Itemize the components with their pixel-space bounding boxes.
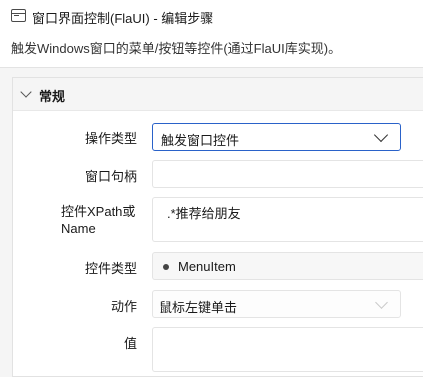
step-description: 触发Windows窗口的菜单/按钮等控件(通过FlaUI库实现)。 (11, 41, 342, 56)
control-type-label: 控件类型 (84, 261, 137, 276)
group-title: 常规 (39, 89, 66, 104)
chevron-down-icon (373, 127, 389, 143)
chevron-down-icon (375, 296, 388, 309)
action-label: 动作 (110, 299, 137, 314)
control-type-field[interactable]: MenuItem (152, 252, 423, 280)
value-label: 值 (123, 336, 137, 351)
value-input[interactable] (152, 327, 423, 372)
title-bar: 窗口界面控制(FlaUI) - 编辑步骤 (0, 0, 423, 32)
window-title: 窗口界面控制(FlaUI) - 编辑步骤 (32, 11, 214, 26)
general-group-header[interactable]: 常规 (13, 78, 423, 111)
control-xpath-label: 控件XPath或Name (61, 204, 136, 236)
operation-type-label: 操作类型 (84, 131, 137, 146)
window-icon (11, 9, 26, 22)
action-value: 鼠标左键单击 (159, 300, 238, 315)
control-xpath-input[interactable]: .*推荐给朋友 (152, 197, 423, 242)
control-xpath-value: .*推荐给朋友 (167, 206, 241, 221)
action-select[interactable]: 鼠标左键单击 (152, 290, 401, 318)
window-handle-label: 窗口句柄 (84, 169, 137, 184)
chevron-up-icon (20, 86, 32, 98)
control-type-value: MenuItem (178, 259, 236, 274)
operation-type-select[interactable]: 触发窗口控件 (152, 123, 401, 151)
window-handle-input[interactable] (152, 160, 423, 188)
operation-type-value: 触发窗口控件 (161, 133, 240, 148)
bullet-icon (163, 264, 169, 270)
